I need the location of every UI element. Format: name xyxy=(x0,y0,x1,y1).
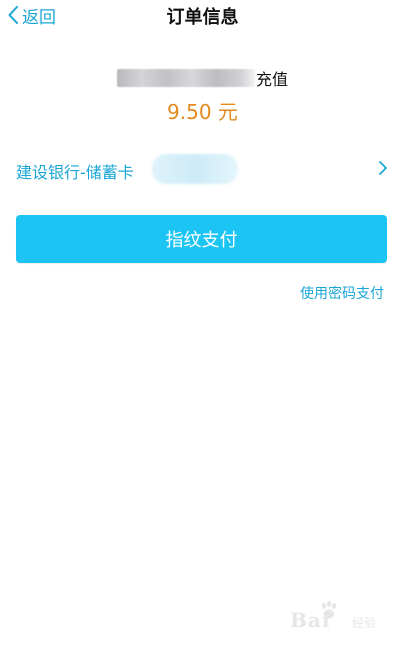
nav-bar: 返回 订单信息 xyxy=(0,0,405,30)
payment-method-row[interactable]: 建设银行-储蓄卡 xyxy=(0,150,405,188)
paw-icon xyxy=(321,601,337,619)
baidu-watermark: Bai 经验 xyxy=(290,600,395,640)
redacted-card-number xyxy=(152,154,238,184)
product-suffix: 充值 xyxy=(255,70,288,89)
order-amount: 9.50 元 xyxy=(167,100,238,124)
redacted-product-name xyxy=(116,69,255,87)
watermark-sub: 经验 xyxy=(352,616,377,630)
page-title: 订单信息 xyxy=(166,7,239,28)
chevron-right-icon xyxy=(379,161,387,175)
product-row: 充值 xyxy=(0,66,405,90)
fingerprint-pay-button[interactable]: 指纹支付 xyxy=(16,215,387,263)
password-pay-link[interactable]: 使用密码支付 xyxy=(300,283,384,303)
bank-card-name: 建设银行-储蓄卡 xyxy=(16,163,134,182)
order-info-screen: 返回 订单信息 充值 9.50 元 建设银行-储蓄卡 指纹支付 使用密码支付 B… xyxy=(0,0,405,655)
